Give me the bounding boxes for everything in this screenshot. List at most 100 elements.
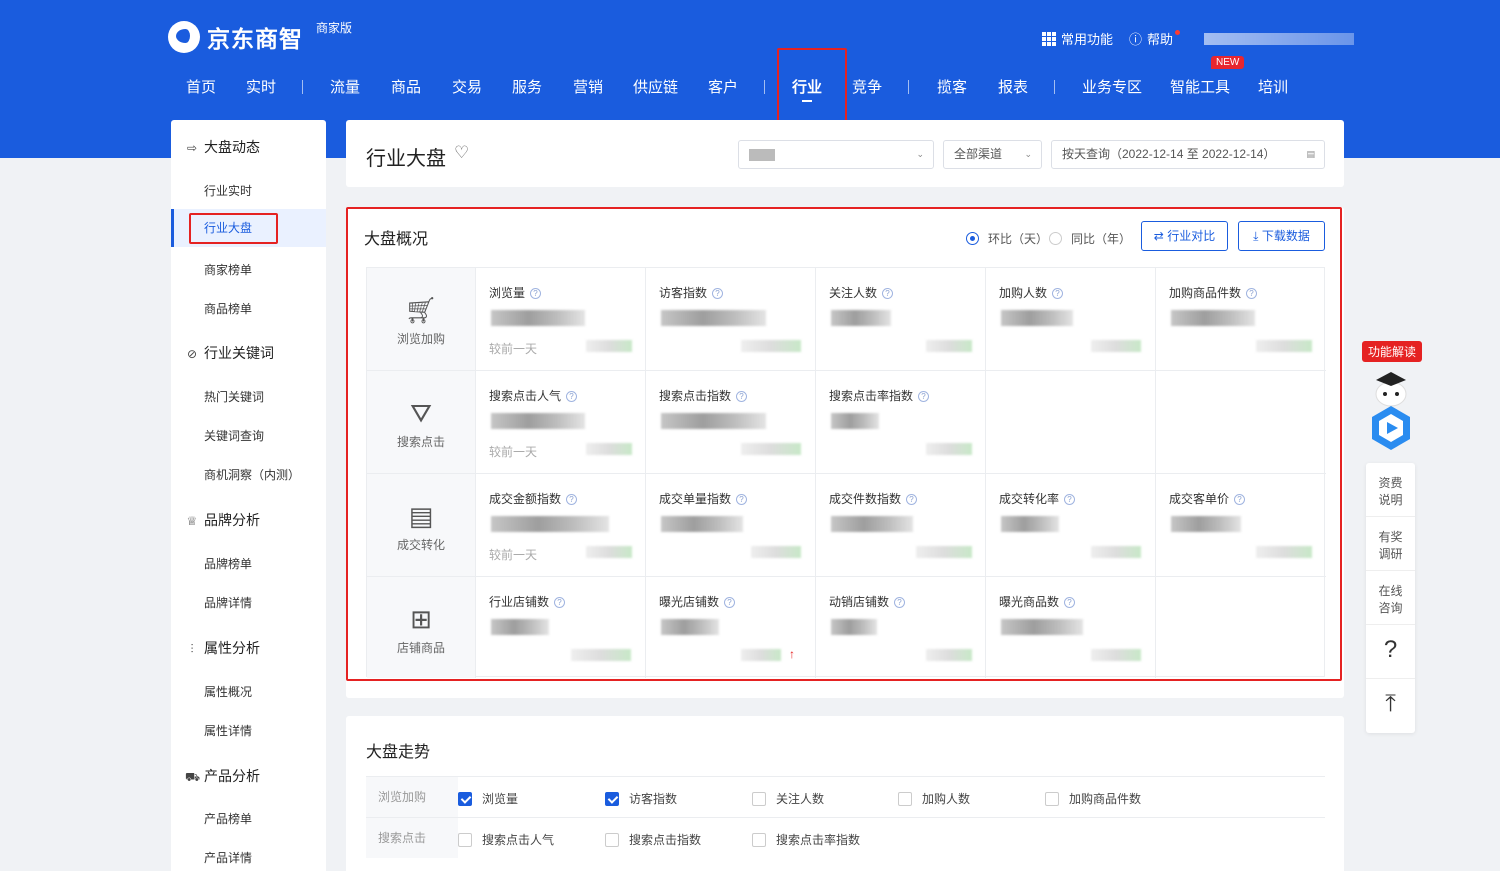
checkbox-checked: [605, 791, 619, 806]
checkbox-search-click-index[interactable]: 搜索点击指数: [605, 831, 701, 848]
sidebar-group-brand[interactable]: ♕ 品牌分析: [171, 510, 326, 530]
edition-label: 商家版: [316, 21, 353, 35]
checkbox-label: 关注人数: [776, 792, 825, 806]
checkbox-add-cart-items[interactable]: 加购商品件数: [1045, 790, 1141, 807]
nav-reports[interactable]: 报表: [998, 76, 1028, 97]
trend-row: 搜索点击 搜索点击人气 搜索点击指数 搜索点击率指数: [366, 817, 1325, 858]
chevron-down-icon: ⌄: [1024, 149, 1032, 159]
sidebar-item-keyword-query[interactable]: 关键词查询: [171, 427, 326, 444]
sidebar-item-merchant-rank[interactable]: 商家榜单: [171, 261, 326, 278]
checkbox-search-popularity[interactable]: 搜索点击人气: [458, 831, 554, 848]
chevron-down-icon: ⌄: [916, 149, 924, 159]
nav-goods[interactable]: 商品: [391, 76, 421, 97]
sidebar-group-product[interactable]: ⛟ 产品分析: [171, 766, 326, 786]
new-badge: NEW: [1211, 56, 1245, 69]
help-label: 帮助: [1147, 32, 1174, 47]
favorite-heart-icon[interactable]: ♡: [454, 143, 469, 163]
nav-marketing[interactable]: 营销: [573, 76, 603, 97]
sidebar-item-hot-keywords[interactable]: 热门关键词: [171, 388, 326, 405]
date-range-select[interactable]: 按天查询（2022-12-14 至 2022-12-14） ▤: [1051, 140, 1325, 169]
help-button[interactable]: ⓘ 帮助: [1129, 29, 1181, 48]
checkbox-unchecked: [605, 832, 619, 847]
nav-supply-chain[interactable]: 供应链: [633, 76, 678, 97]
sidebar-item-attribute-overview[interactable]: 属性概况: [171, 683, 326, 700]
sidebar-item-product-detail[interactable]: 产品详情: [171, 849, 326, 866]
sidebar-group-dashboard[interactable]: ⇨ 大盘动态: [171, 137, 326, 157]
nav-business-zone[interactable]: 业务专区: [1082, 76, 1142, 97]
assistant-robot-icon[interactable]: [1366, 368, 1416, 450]
logo[interactable]: 京东商智: [168, 20, 303, 54]
nav-trade[interactable]: 交易: [452, 76, 482, 97]
checkbox-label: 搜索点击指数: [629, 833, 702, 847]
sidebar-item-attribute-detail[interactable]: 属性详情: [171, 722, 326, 739]
common-functions-button[interactable]: 常用功能: [1042, 29, 1113, 48]
date-range-value: 按天查询（2022-12-14 至 2022-12-14）: [1062, 147, 1276, 161]
nav-acquire[interactable]: 揽客: [937, 76, 967, 97]
checkbox-label: 访客指数: [629, 792, 678, 806]
nav-separator: [1054, 80, 1055, 94]
back-to-top-icon[interactable]: ⤒: [1366, 679, 1415, 733]
jd-logo-icon: [168, 21, 200, 53]
checkbox-checked: [458, 791, 472, 806]
sidebar-group-label: 产品分析: [204, 768, 260, 784]
trend-row: 浏览加购 浏览量 访客指数 关注人数 加购人数 加购商品件数: [366, 776, 1325, 817]
help-question-button[interactable]: ?: [1366, 625, 1415, 679]
survey-button[interactable]: 有奖 调研: [1366, 517, 1415, 571]
sliders-icon: ⫶: [190, 642, 194, 656]
blurred-category: [749, 148, 775, 161]
channel-select[interactable]: 全部渠道 ⌄: [943, 140, 1042, 169]
checkbox-visitor-index[interactable]: 访客指数: [605, 790, 677, 807]
sidebar-group-label: 行业关键词: [204, 345, 274, 361]
sidebar-group-attribute[interactable]: ⫶ 属性分析: [171, 638, 326, 658]
pricing-info-button[interactable]: 资费 说明: [1366, 463, 1415, 517]
header-tools: 常用功能 ⓘ 帮助: [1042, 29, 1355, 48]
keyword-icon: ⊘: [186, 347, 198, 361]
nav-competition[interactable]: 竞争: [852, 76, 882, 97]
checkbox-unchecked: [752, 832, 766, 847]
checkbox-unchecked: [752, 791, 766, 806]
calendar-icon: ▤: [1306, 149, 1315, 159]
nav-separator: [908, 80, 909, 94]
crown-icon: ♕: [186, 514, 198, 528]
sidebar-item-industry-realtime[interactable]: 行业实时: [171, 182, 326, 199]
sidebar-item-brand-detail[interactable]: 品牌详情: [171, 594, 326, 611]
checkbox-unchecked: [898, 791, 912, 806]
channel-select-value: 全部渠道: [954, 147, 1003, 161]
nav-service[interactable]: 服务: [512, 76, 542, 97]
trend-card: 大盘走势 浏览加购 浏览量 访客指数 关注人数 加购人数 加购商品件数 搜索点击…: [346, 716, 1344, 871]
checkbox-search-ctr-index[interactable]: 搜索点击率指数: [752, 831, 860, 848]
checkbox-add-cart-users[interactable]: 加购人数: [898, 790, 970, 807]
nav-customer[interactable]: 客户: [708, 76, 738, 97]
nav-home[interactable]: 首页: [186, 76, 216, 97]
checkbox-label: 搜索点击率指数: [776, 833, 861, 847]
sidebar-group-keywords[interactable]: ⊘ 行业关键词: [171, 343, 326, 363]
sidebar-item-product-rank[interactable]: 产品榜单: [171, 810, 326, 827]
apps-grid-icon: [1042, 31, 1056, 46]
sidebar-group-label: 大盘动态: [204, 139, 260, 155]
checkbox-label: 搜索点击人气: [482, 833, 555, 847]
page-header-card: 行业大盘 ♡ ⌄ 全部渠道 ⌄ 按天查询（2022-12-14 至 2022-12…: [346, 120, 1344, 187]
nav-traffic[interactable]: 流量: [330, 76, 360, 97]
user-account-menu[interactable]: [1204, 32, 1355, 45]
trend-category: 浏览加购: [366, 777, 458, 817]
nav-smart-tools[interactable]: 智能工具: [1170, 76, 1230, 97]
category-select[interactable]: ⌄: [738, 140, 934, 169]
checkbox-pageviews[interactable]: 浏览量: [458, 790, 518, 807]
function-explain-label[interactable]: 功能解读: [1362, 341, 1423, 362]
sidebar-item-goods-rank[interactable]: 商品榜单: [171, 300, 326, 317]
help-circle-icon: ⓘ: [1129, 32, 1143, 47]
sidebar-item-brand-rank[interactable]: 品牌榜单: [171, 555, 326, 572]
notification-dot: [1175, 30, 1181, 35]
sidebar-group-label: 品牌分析: [204, 512, 260, 528]
online-consult-button[interactable]: 在线 咨询: [1366, 571, 1415, 625]
nav-realtime[interactable]: 实时: [246, 76, 276, 97]
logo-text: 京东商智: [207, 26, 303, 52]
sidebar-group-label: 属性分析: [204, 640, 260, 656]
sidebar-item-opportunity[interactable]: 商机洞察（内测）: [171, 466, 326, 483]
checkbox-unchecked: [458, 832, 472, 847]
checkbox-label: 浏览量: [482, 792, 519, 806]
highlight-box-overview: [346, 207, 1342, 681]
nav-separator: [302, 80, 303, 94]
checkbox-followers[interactable]: 关注人数: [752, 790, 824, 807]
nav-training[interactable]: 培训: [1258, 76, 1288, 97]
